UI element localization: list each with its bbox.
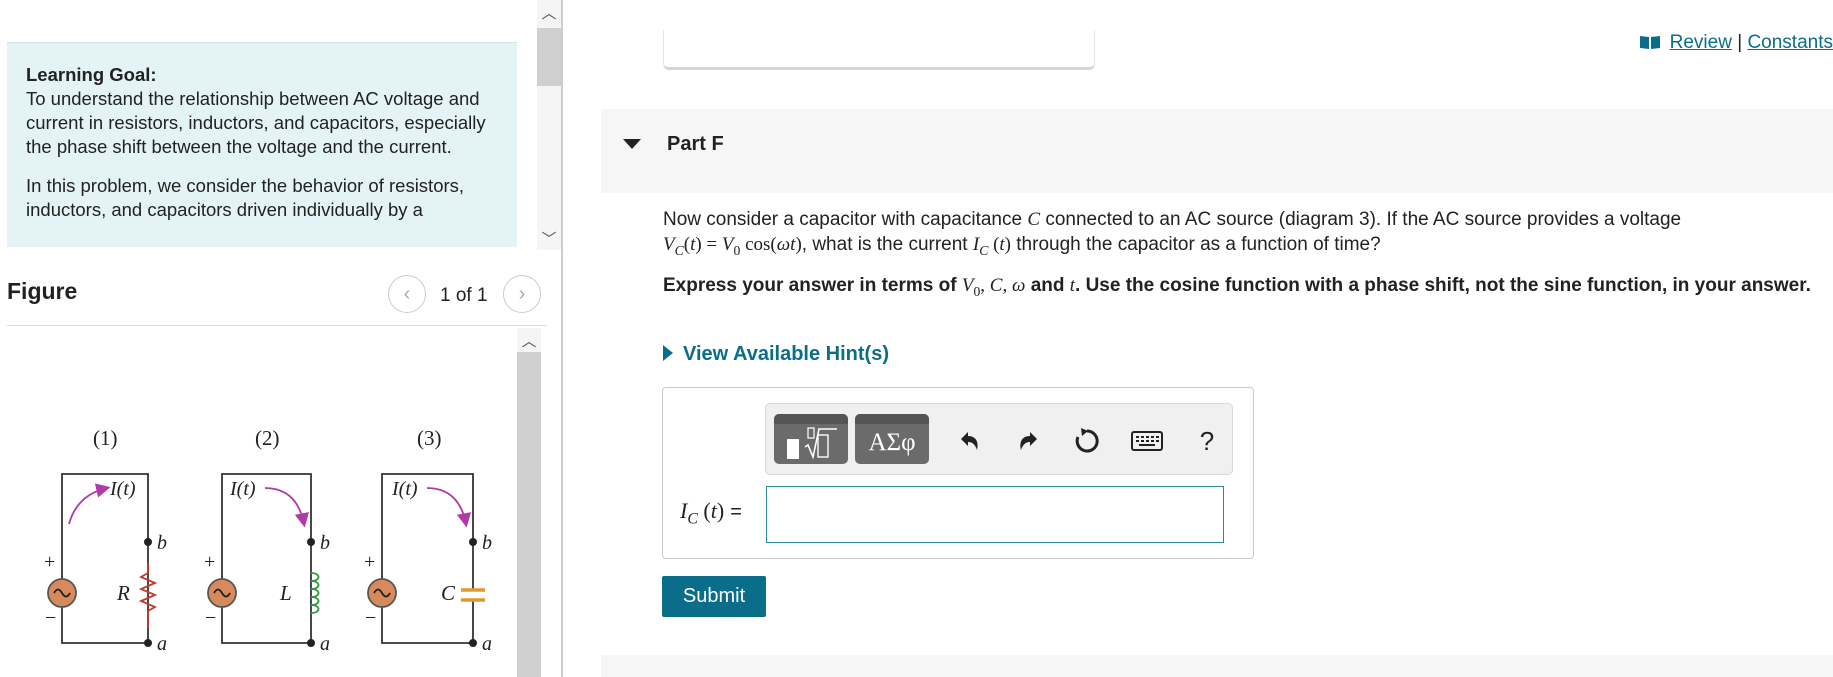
scroll-up-icon[interactable]: ︿ — [537, 0, 561, 24]
circuit-2: (2) I(t) b a L + − — [204, 426, 330, 655]
circuit-3-current: I(t) — [391, 478, 418, 500]
learning-goal-box: Learning Goal: To understand the relatio… — [7, 42, 517, 247]
help-button[interactable]: ? — [1190, 424, 1224, 458]
book-icon — [1640, 36, 1661, 49]
reset-button[interactable] — [1070, 424, 1104, 458]
circuit-2-node-a: a — [320, 633, 330, 655]
circuit-3: (3) I(t) b a C + − — [364, 426, 492, 655]
circuit-3-plus: + — [364, 551, 375, 573]
caret-down-icon[interactable] — [623, 139, 641, 149]
undo-icon — [961, 432, 978, 450]
learning-goal-pane: Learning Goal: To understand the relatio… — [0, 0, 563, 250]
review-link[interactable]: Review — [1670, 32, 1732, 53]
scroll-up-icon[interactable]: ︿ — [517, 328, 541, 352]
circuit-1-plus: + — [44, 551, 55, 573]
circuit-3-node-a: a — [482, 633, 492, 655]
math-variables: V0, C, ω — [961, 275, 1026, 299]
scroll-down-icon[interactable]: ﹀ — [537, 226, 561, 250]
part-header[interactable]: Part F — [601, 109, 1833, 193]
right-panel: Review | Constants Part F Now consider a… — [565, 0, 1833, 677]
instruction-prefix: Express your answer in terms of — [663, 275, 957, 296]
hints-label: View Available Hint(s) — [683, 343, 889, 365]
figure-header: Figure ‹ 1 of 1 › — [7, 270, 547, 326]
figure-title: Figure — [7, 278, 78, 304]
circuit-1-current: I(t) — [109, 478, 136, 500]
math-c: C — [1027, 209, 1041, 230]
figure-scrollbar[interactable]: ︿ — [517, 328, 541, 677]
submit-button[interactable]: Submit — [662, 576, 766, 617]
answer-equals: = — [730, 501, 742, 523]
circuit-1: (1) I(t) b a R + − — [44, 426, 167, 655]
circuit-2-plus: + — [204, 551, 215, 573]
previous-figure-button[interactable]: ‹ — [388, 275, 426, 313]
figure-image: (1) I(t) b a R + − (2) I(t) b a L + − (3… — [7, 328, 517, 677]
view-hints-toggle[interactable]: View Available Hint(s) — [663, 343, 889, 366]
math-toolbar: ΑΣφ ? — [765, 403, 1233, 475]
templates-button[interactable] — [774, 414, 848, 464]
previous-part-card — [663, 30, 1095, 70]
circuit-2-node-b: b — [320, 532, 330, 554]
learning-goal-intro: In this problem, we consider the behavio… — [26, 175, 465, 220]
question-after-c: connected to an AC source (diagram 3). I… — [1045, 209, 1682, 230]
undo-button[interactable] — [952, 424, 986, 458]
instruction-suffix: . Use the cosine function with a phase s… — [1075, 275, 1811, 296]
keyboard-icon — [1131, 431, 1163, 451]
learning-goal-scrollbar[interactable]: ︿ ﹀ — [537, 0, 561, 250]
figure-page-indicator: 1 of 1 — [440, 285, 488, 306]
reset-icon — [1075, 428, 1099, 453]
question-suffix: through the capacitor as a function of t… — [1016, 233, 1381, 255]
chevron-left-icon: ‹ — [403, 282, 411, 305]
keyboard-button[interactable] — [1130, 424, 1164, 458]
circuit-2-minus: − — [205, 607, 216, 629]
circuit-1-minus: − — [45, 607, 56, 629]
templates-icon — [787, 427, 837, 460]
left-panel: Learning Goal: To understand the relatio… — [0, 0, 563, 677]
circuit-1-node-a: a — [157, 633, 167, 655]
help-icon: ? — [1199, 425, 1215, 456]
answer-area: ΑΣφ ? IC (t) = — [662, 387, 1254, 559]
chevron-right-icon: › — [518, 282, 526, 305]
circuit-diagrams: (1) I(t) b a R + − (2) I(t) b a L + − (3… — [44, 426, 492, 655]
circuit-2-number: (2) — [255, 426, 280, 450]
circuit-2-current: I(t) — [229, 478, 256, 500]
redo-button[interactable] — [1012, 424, 1046, 458]
math-answer-symbol: IC (t) — [680, 498, 725, 528]
circuit-1-number: (1) — [93, 426, 118, 450]
circuit-1-element: R — [116, 581, 130, 605]
question-text: Now consider a capacitor with capacitanc… — [663, 208, 1813, 263]
circuit-3-number: (3) — [417, 426, 442, 450]
answer-label: IC (t) = — [680, 498, 742, 528]
answer-instruction: Express your answer in terms of V0, C, ω… — [663, 274, 1813, 304]
circuit-3-minus: − — [365, 607, 376, 629]
symbols-button[interactable]: ΑΣφ — [855, 414, 929, 464]
redo-icon — [1020, 432, 1037, 450]
circuit-1-node-b: b — [157, 532, 167, 554]
circuit-3-node-b: b — [482, 532, 492, 554]
question-after-v: , what is the current — [801, 233, 968, 255]
next-figure-button[interactable]: › — [503, 275, 541, 313]
symbols-label: ΑΣφ — [868, 429, 916, 456]
learning-goal-title: Learning Goal: — [26, 64, 157, 85]
constants-link[interactable]: Constants — [1747, 32, 1833, 53]
next-part-header — [601, 655, 1833, 677]
circuit-3-element: C — [441, 581, 456, 605]
caret-right-icon — [663, 345, 673, 361]
instruction-and: and — [1030, 275, 1065, 296]
scrollbar-thumb[interactable] — [537, 28, 561, 86]
math-voltage-expression: VC(t) = V0 cos(ωt) — [663, 233, 802, 258]
question-prefix: Now consider a capacitor with capacitanc… — [663, 209, 1023, 230]
math-current-symbol: IC (t) — [972, 233, 1011, 258]
answer-input[interactable] — [766, 486, 1224, 543]
circuit-2-element: L — [279, 581, 292, 605]
part-title: Part F — [667, 133, 724, 155]
review-constants-links: Review | Constants — [1640, 32, 1833, 54]
learning-goal-text: To understand the relationship between A… — [26, 88, 486, 157]
links-separator: | — [1737, 32, 1743, 53]
